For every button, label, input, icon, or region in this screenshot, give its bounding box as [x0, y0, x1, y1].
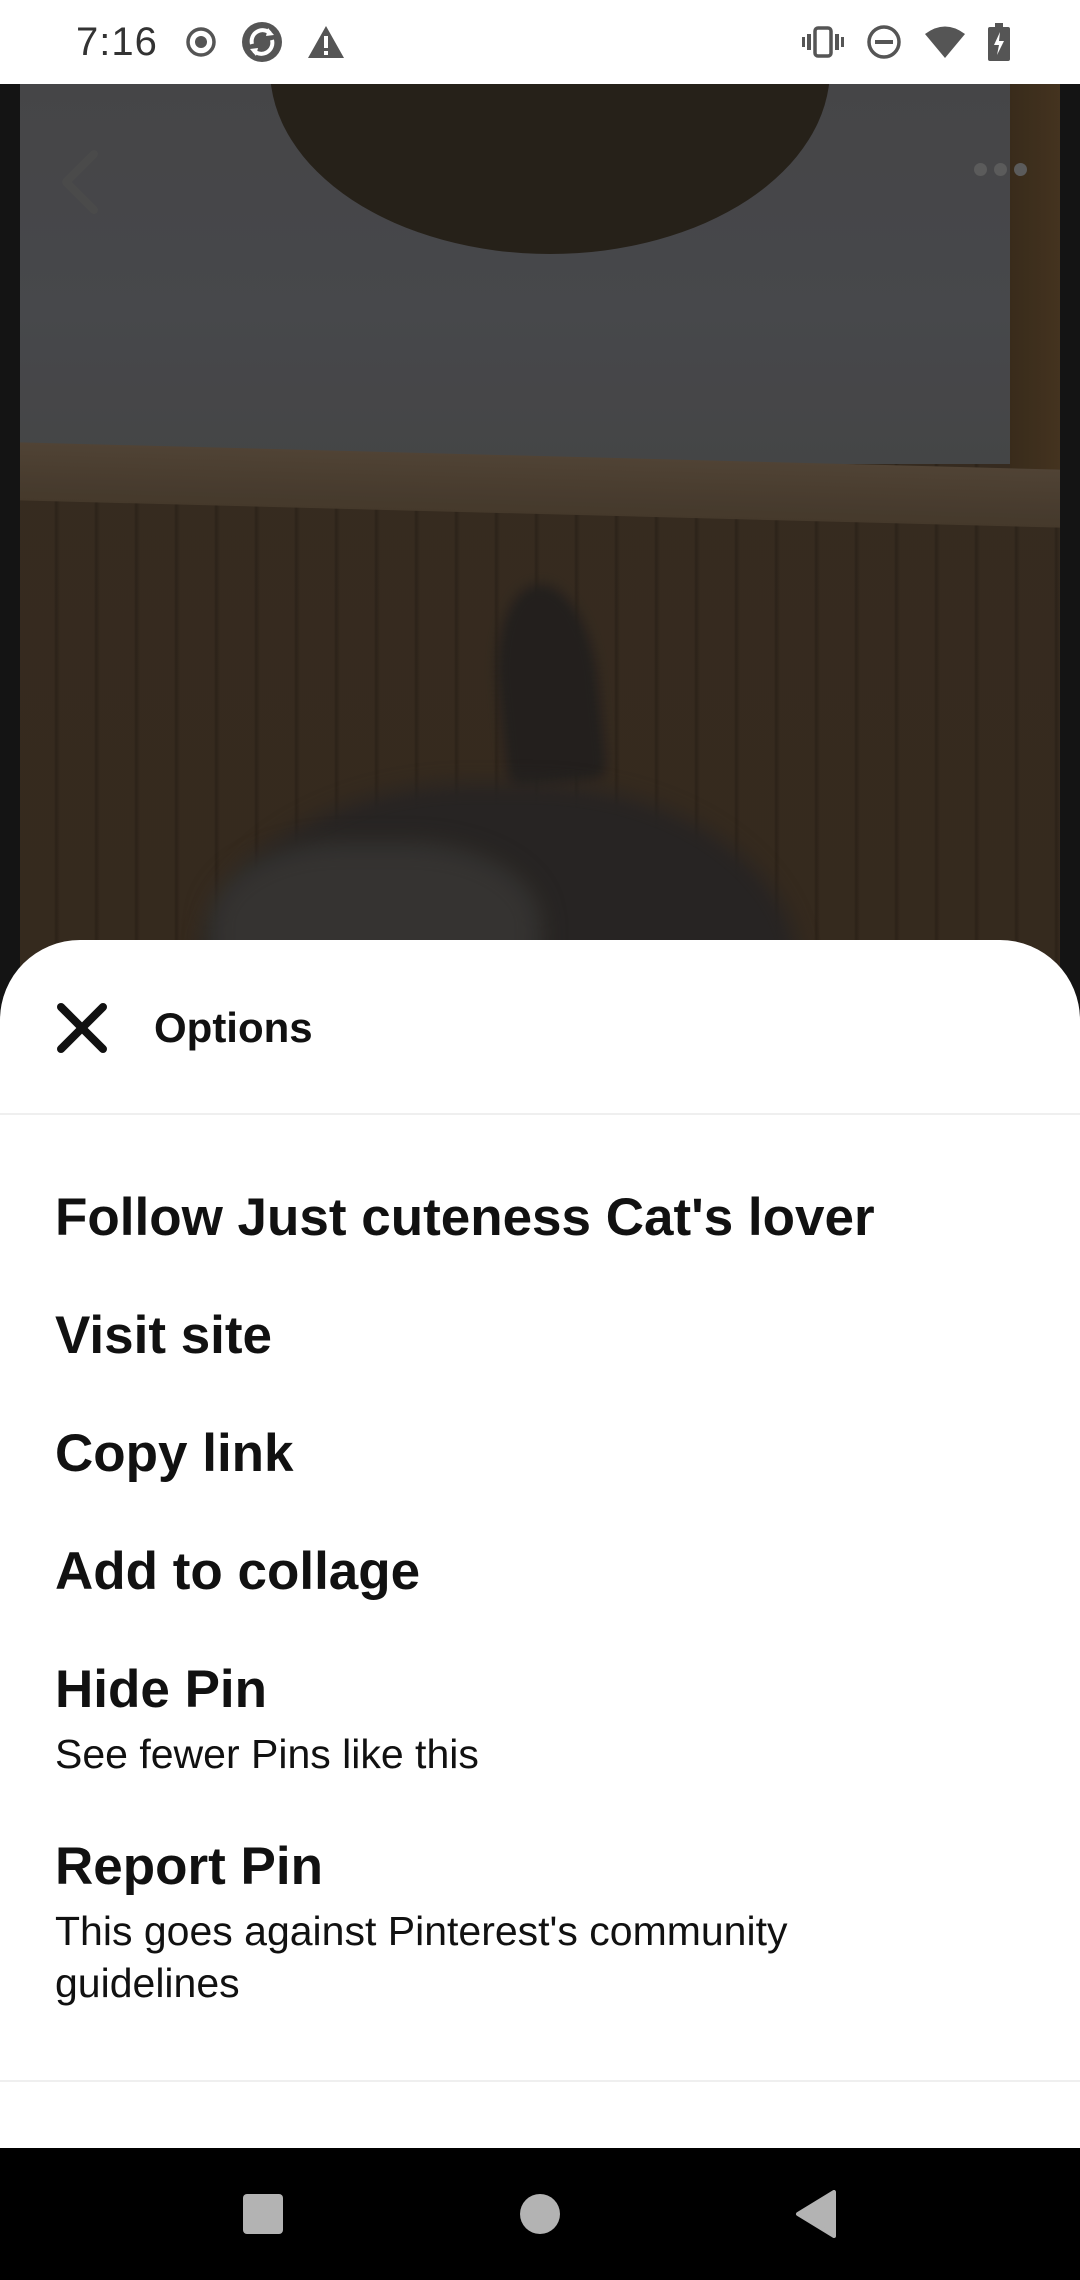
back-arrow-icon	[60, 149, 100, 219]
home-button[interactable]	[508, 2184, 572, 2248]
record-icon	[184, 25, 218, 59]
more-options-button[interactable]	[960, 144, 1040, 194]
hide-pin-option[interactable]: Hide Pin See fewer Pins like this	[55, 1660, 1035, 1780]
warning-icon	[306, 24, 346, 60]
options-sheet: Options Follow Just cuteness Cat's lover…	[0, 940, 1080, 2148]
home-circle-icon	[518, 2192, 562, 2241]
screen: 7:16 Options Follow Just cuteness Cat's …	[0, 0, 1080, 2280]
visit-site-option[interactable]: Visit site	[55, 1306, 1035, 1366]
report-pin-option[interactable]: Report Pin This goes against Pinterest's…	[55, 1837, 1035, 2009]
do-not-disturb-icon	[866, 24, 902, 60]
status-time: 7:16	[76, 20, 158, 64]
option-label: Hide Pin	[55, 1660, 268, 1719]
option-subtitle: This goes against Pinterest's community …	[55, 1908, 788, 2006]
battery-charging-icon	[988, 23, 1010, 61]
back-button[interactable]	[50, 144, 110, 224]
option-label: Add to collage	[55, 1542, 421, 1601]
option-subtitle: See fewer Pins like this	[55, 1731, 479, 1777]
recents-square-icon	[241, 2192, 285, 2241]
option-label: Report Pin	[55, 1837, 323, 1896]
wifi-icon	[924, 25, 966, 59]
status-bar: 7:16	[0, 0, 1080, 84]
back-triangle-icon	[794, 2189, 838, 2243]
system-back-button[interactable]	[784, 2184, 848, 2248]
close-icon	[56, 1002, 108, 1059]
sync-app-icon	[240, 20, 284, 64]
add-to-collage-option[interactable]: Add to collage	[55, 1542, 1035, 1602]
close-button[interactable]	[52, 1000, 112, 1060]
vibrate-icon	[802, 25, 844, 59]
option-label: Copy link	[55, 1424, 294, 1483]
recents-button[interactable]	[231, 2184, 295, 2248]
copy-link-option[interactable]: Copy link	[55, 1424, 1035, 1484]
status-right-icons	[802, 18, 1010, 66]
option-label: Visit site	[55, 1306, 273, 1365]
more-options-icon	[973, 162, 987, 176]
divider	[0, 2080, 1080, 2082]
sheet-title: Options	[154, 1004, 313, 1051]
navigation-bar	[0, 2148, 1080, 2280]
option-label: Follow Just cuteness Cat's lover	[55, 1188, 875, 1247]
status-left-icons	[184, 18, 346, 66]
sheet-header: Options	[0, 940, 1080, 1115]
follow-user-option[interactable]: Follow Just cuteness Cat's lover	[55, 1188, 1035, 1248]
